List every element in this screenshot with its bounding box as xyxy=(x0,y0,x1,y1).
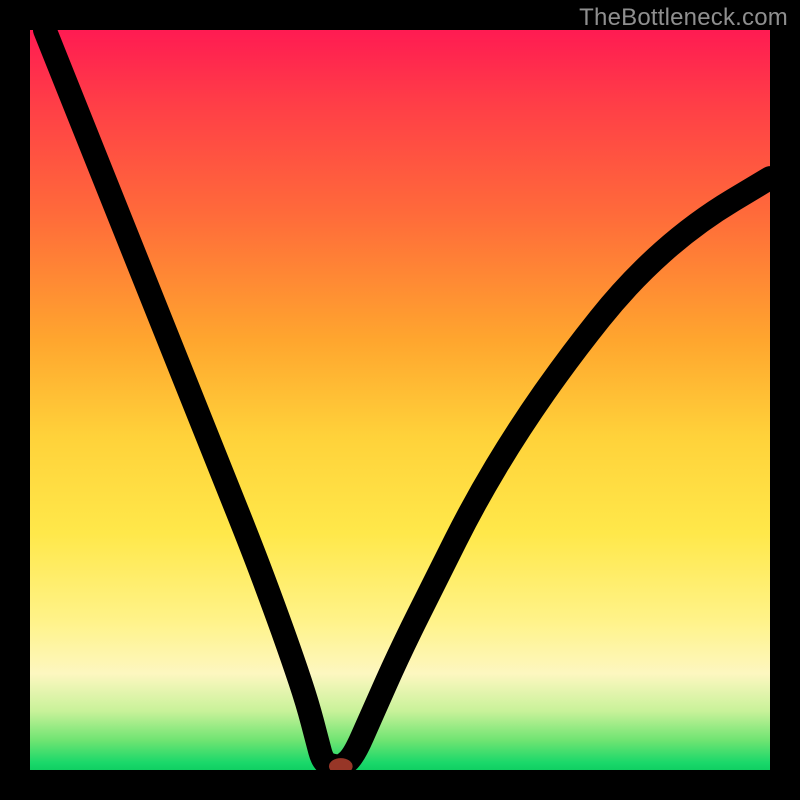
bottleneck-curve xyxy=(45,30,770,766)
plot-area xyxy=(30,30,770,770)
curve-svg xyxy=(30,30,770,770)
chart-frame: TheBottleneck.com xyxy=(0,0,800,800)
watermark-text: TheBottleneck.com xyxy=(579,4,788,32)
